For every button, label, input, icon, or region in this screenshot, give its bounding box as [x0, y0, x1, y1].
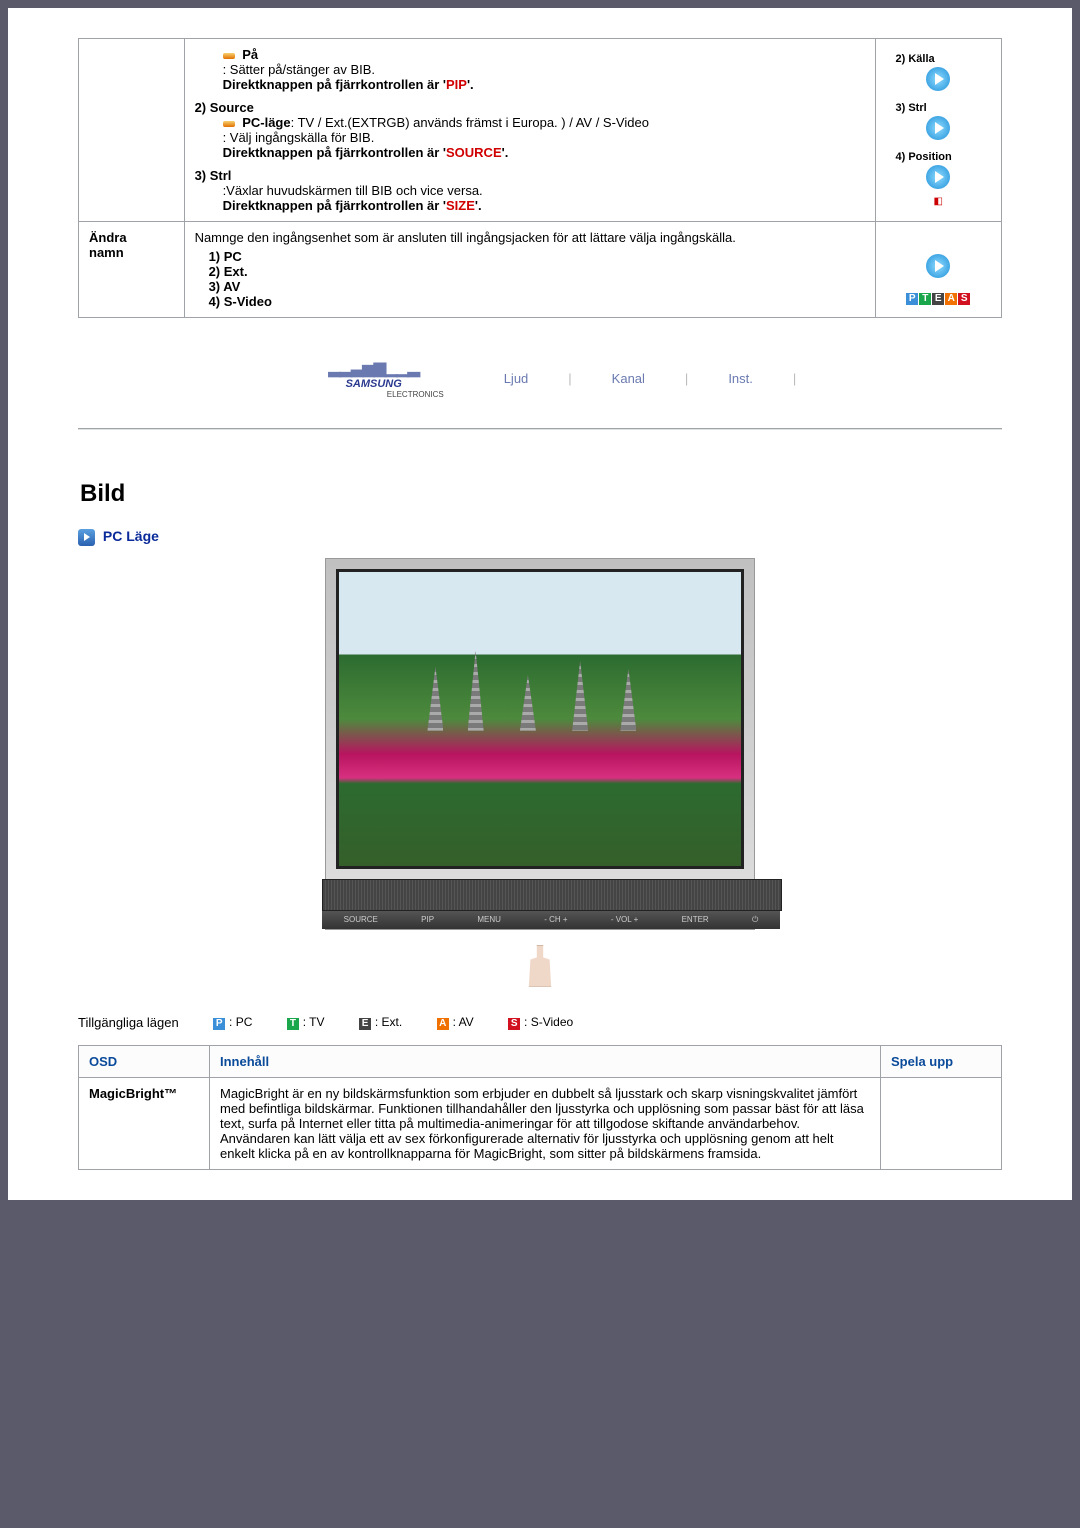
source-pc: PC-läge: TV / Ext.(EXTRGB) används främs… — [242, 115, 649, 130]
brand-name: SAMSUNG — [346, 378, 402, 390]
document-page: På : Sätter på/stänger av BIB. Direktkna… — [8, 8, 1072, 1200]
tab-kanal[interactable]: Kanal — [612, 371, 645, 386]
legend-label: Tillgängliga lägen — [78, 1015, 179, 1030]
row-content: MagicBright är en ny bildskärmsfunktion … — [210, 1077, 881, 1169]
divider-line — [78, 428, 1002, 430]
tab-divider: | — [685, 371, 688, 386]
hdr-content: Innehåll — [210, 1045, 881, 1077]
tab-ljud[interactable]: Ljud — [504, 371, 529, 386]
mode-title: PC Läge — [103, 528, 159, 544]
h-strl: 3) Strl — [195, 168, 865, 183]
row2-opt4: 4) S-Video — [209, 294, 865, 309]
badge-s-icon: S — [508, 1018, 520, 1030]
play-icon[interactable] — [926, 165, 950, 189]
source-direct: Direktknappen på fjärrkontrollen är 'SOU… — [223, 145, 509, 160]
side-strl: 3) Strl — [896, 102, 992, 114]
bullet-icon — [223, 53, 235, 59]
badge-p-icon: P — [906, 293, 918, 305]
monitor-btn[interactable]: - VOL + — [611, 915, 639, 924]
badge-p-icon: P — [213, 1018, 225, 1030]
upper-row1-side: 2) Källa 3) Strl 4) Position ◧ — [875, 39, 1002, 222]
badge-a-icon: A — [437, 1018, 449, 1030]
row2-label: Ändranamn — [79, 222, 185, 318]
legend-tv: : TV — [303, 1015, 325, 1029]
bullet-icon — [223, 121, 235, 127]
monitor-speaker — [322, 879, 782, 911]
legend-pc: : PC — [229, 1015, 252, 1029]
row-osd: MagicBright™ — [79, 1077, 210, 1169]
badge-s-icon: S — [958, 293, 970, 305]
monitor-btn[interactable]: SOURCE — [344, 915, 378, 924]
h-source: 2) Source — [195, 100, 865, 115]
side-kalla: 2) Källa — [896, 53, 992, 65]
monitor-illustration: SOURCE PIP MENU - CH + - VOL + ENTER ⏻ — [78, 558, 1002, 990]
monitor-button-bar: SOURCE PIP MENU - CH + - VOL + ENTER ⏻ — [322, 911, 780, 929]
opt-pa: På — [242, 47, 258, 62]
upper-row1-content: På : Sätter på/stänger av BIB. Direktkna… — [184, 39, 875, 222]
badge-a-icon: A — [945, 293, 957, 305]
section-tabs: ▂▂▃▅▆▁▁▂ SAMSUNG ELECTRONICS Ljud | Kana… — [78, 358, 1002, 398]
row2-opt2: 2) Ext. — [209, 264, 865, 279]
pa-direct: Direktknappen på fjärrkontrollen är 'PIP… — [223, 77, 474, 92]
monitor-btn[interactable]: PIP — [421, 915, 434, 924]
monitor-frame: SOURCE PIP MENU - CH + - VOL + ENTER ⏻ — [325, 558, 755, 930]
mode-legend: Tillgängliga lägen P : PC T : TV E : Ext… — [78, 1015, 1002, 1045]
hdr-osd: OSD — [79, 1045, 210, 1077]
row2-desc: Namnge den ingångsenhet som är ansluten … — [195, 230, 865, 245]
badge-t-icon: T — [287, 1018, 299, 1030]
row2-opt1: 1) PC — [209, 249, 865, 264]
brand-sub: ELECTRONICS — [387, 390, 444, 399]
mode-heading: PC Läge — [78, 528, 1002, 546]
upper-row1-label-cell — [79, 39, 185, 222]
badge-e-icon: E — [359, 1018, 371, 1030]
monitor-screen — [336, 569, 744, 869]
play-icon[interactable] — [926, 116, 950, 140]
mode-play-icon — [78, 529, 95, 546]
upper-table: På : Sätter på/stänger av BIB. Direktkna… — [78, 38, 1002, 318]
side-position: 4) Position — [896, 151, 992, 163]
pa-desc: : Sätter på/stänger av BIB. — [223, 62, 865, 77]
monitor-btn[interactable]: MENU — [477, 915, 501, 924]
source-pick: : Välj ingångskälla för BIB. — [223, 130, 865, 145]
brand-bars-icon: ▂▂▃▅▆▁▁▂ — [328, 358, 418, 378]
monitor-btn[interactable]: - CH + — [544, 915, 567, 924]
badge-e-icon: E — [932, 293, 944, 305]
pteas-badges: PTEAS — [886, 289, 992, 305]
badge-t-icon: T — [919, 293, 931, 305]
hand-pointer-icon — [524, 945, 556, 987]
row2-opt3: 3) AV — [209, 279, 865, 294]
tab-inst[interactable]: Inst. — [728, 371, 753, 386]
mini-indicator-icon: ◧ — [886, 196, 992, 207]
strl-desc: :Växlar huvudskärmen till BIB och vice v… — [223, 183, 865, 198]
play-icon[interactable] — [926, 254, 950, 278]
row2-content: Namnge den ingångsenhet som är ansluten … — [184, 222, 875, 318]
strl-direct: Direktknappen på fjärrkontrollen är 'SIZ… — [223, 198, 482, 213]
legend-sv: : S-Video — [524, 1015, 573, 1029]
monitor-btn[interactable]: ⏻ — [752, 915, 758, 925]
tab-divider: | — [568, 371, 571, 386]
brand-logo: ▂▂▃▅▆▁▁▂ SAMSUNG ELECTRONICS — [284, 358, 464, 398]
hdr-play: Spela upp — [881, 1045, 1002, 1077]
section-title: Bild — [80, 480, 1002, 508]
legend-av: : AV — [453, 1015, 474, 1029]
lower-table: OSD Innehåll Spela upp MagicBright™ Magi… — [78, 1045, 1002, 1170]
legend-ext: : Ext. — [375, 1015, 402, 1029]
tab-divider: | — [793, 371, 796, 386]
row2-side: PTEAS — [875, 222, 1002, 318]
monitor-btn[interactable]: ENTER — [682, 915, 709, 924]
play-icon[interactable] — [926, 67, 950, 91]
row-play-cell — [881, 1077, 1002, 1169]
